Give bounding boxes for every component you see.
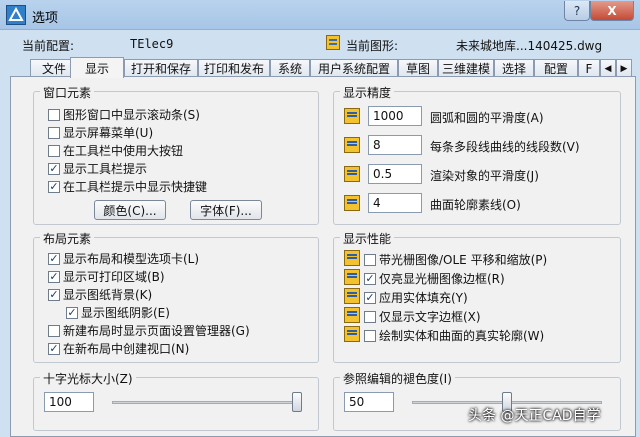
xref-fade-input[interactable]: 50 xyxy=(344,392,394,412)
window-title: 选项 xyxy=(32,11,59,26)
fonts-button[interactable]: 字体(F)... xyxy=(190,200,262,220)
current-drawing-value: 未来城地库...140425.dwg xyxy=(456,39,603,53)
current-config-label: 当前配置: xyxy=(22,39,75,53)
checkbox-box[interactable]: ✓ xyxy=(48,252,60,265)
tab-system[interactable]: 系统 xyxy=(270,59,310,77)
checkbox-box[interactable]: ✓ xyxy=(48,162,60,175)
checkbox-box[interactable]: ✓ xyxy=(48,288,60,301)
checkbox-raster-pan-zoom[interactable]: 带光栅图像/OLE 平移和缩放(P) xyxy=(364,251,547,268)
checkbox-layout-model-tabs[interactable]: ✓ 显示布局和模型选项卡(L) xyxy=(48,250,199,267)
tab-plot-publish[interactable]: 打印和发布 xyxy=(198,59,270,77)
checkbox-paper-background[interactable]: ✓ 显示图纸背景(K) xyxy=(48,286,152,303)
display-performance-group: 显示性能 带光栅图像/OLE 平移和缩放(P) ✓ 仅亮显光栅图像边框(R) ✓ 应… xyxy=(333,230,621,363)
tab-scroll-left-icon[interactable]: ◀ xyxy=(600,59,616,77)
crosshair-size-title: 十字光标大小(Z) xyxy=(40,370,136,387)
drawing-setting-icon xyxy=(344,166,360,182)
checkbox-paper-shadow[interactable]: ✓ 显示图纸阴影(E) xyxy=(66,304,170,321)
help-button[interactable]: ? xyxy=(564,1,590,21)
drawing-setting-icon xyxy=(344,108,360,124)
crosshair-size-input[interactable]: 100 xyxy=(44,392,94,412)
display-performance-title: 显示性能 xyxy=(340,230,395,247)
checkbox-raster-frame[interactable]: ✓ 仅亮显光栅图像边框(R) xyxy=(364,270,505,287)
checkbox-scrollbars[interactable]: 图形窗口中显示滚动条(S) xyxy=(48,106,200,123)
tab-open-save[interactable]: 打开和保存 xyxy=(124,59,198,77)
checkbox-box[interactable] xyxy=(364,329,376,342)
display-resolution-group: 显示精度 1000 圆弧和圆的平滑度(A) 8 每条多段线曲线的线段数(V) 0… xyxy=(333,84,621,225)
checkbox-box[interactable]: ✓ xyxy=(66,306,78,319)
drawing-setting-icon xyxy=(344,288,360,304)
config-row: 当前配置: TElec9 当前图形: 未来城地库...140425.dwg xyxy=(0,34,640,54)
checkbox-create-viewport[interactable]: ✓ 在新布局中创建视口(N) xyxy=(48,340,189,357)
checkbox-tooltips[interactable]: ✓ 显示工具栏提示 xyxy=(48,160,147,177)
checkbox-true-silhouettes[interactable]: 绘制实体和曲面的真实轮廓(W) xyxy=(364,327,544,344)
checkbox-page-setup-manager[interactable]: 新建布局时显示页面设置管理器(G) xyxy=(48,322,250,339)
checkbox-box[interactable]: ✓ xyxy=(48,270,60,283)
checkbox-large-buttons[interactable]: 在工具栏中使用大按钮 xyxy=(48,142,183,159)
drawing-setting-icon xyxy=(344,137,360,153)
polyline-segments-input[interactable]: 8 xyxy=(368,135,422,155)
current-drawing-label: 当前图形: xyxy=(346,39,399,53)
tab-more[interactable]: F xyxy=(578,59,600,77)
tab-drafting[interactable]: 草图 xyxy=(398,59,438,77)
layout-elements-title: 布局元素 xyxy=(40,230,95,247)
display-resolution-title: 显示精度 xyxy=(340,84,395,101)
layout-elements-group: 布局元素 ✓ 显示布局和模型选项卡(L) ✓ 显示可打印区域(B) ✓ 显示图纸背景(… xyxy=(33,230,319,363)
checkbox-box[interactable] xyxy=(48,324,60,337)
checkbox-box[interactable] xyxy=(364,310,376,323)
checkbox-box[interactable] xyxy=(48,126,60,139)
window-elements-title: 窗口元素 xyxy=(40,84,95,101)
arc-smoothness-input[interactable]: 1000 xyxy=(368,106,422,126)
app-icon xyxy=(6,5,26,25)
current-config-value: TElec9 xyxy=(130,37,174,51)
crosshair-size-group: 十字光标大小(Z) 100 xyxy=(33,370,319,431)
colors-button[interactable]: 颜色(C)... xyxy=(94,200,166,220)
crosshair-slider-thumb[interactable] xyxy=(292,392,302,412)
tab-user-preferences[interactable]: 用户系统配置 xyxy=(310,59,398,77)
title-bar: 选项 ? X xyxy=(0,0,640,30)
polyline-segments-label: 每条多段线曲线的线段数(V) xyxy=(430,140,580,154)
close-button[interactable]: X xyxy=(590,1,634,21)
watermark: 头条 @天正CAD自学 xyxy=(468,408,601,424)
checkbox-box[interactable] xyxy=(48,108,60,121)
checkbox-box[interactable]: ✓ xyxy=(364,291,376,304)
checkbox-screen-menu[interactable]: 显示屏幕菜单(U) xyxy=(48,124,153,141)
arc-smoothness-label: 圆弧和圆的平滑度(A) xyxy=(430,111,544,125)
contour-lines-label: 曲面轮廓素线(O) xyxy=(430,198,521,212)
xref-fade-title: 参照编辑的褪色度(I) xyxy=(340,370,455,387)
tab-profiles[interactable]: 配置 xyxy=(534,59,578,77)
display-panel: 窗口元素 图形窗口中显示滚动条(S) 显示屏幕菜单(U) 在工具栏中使用大按钮 … xyxy=(10,76,636,437)
render-smoothness-label: 渲染对象的平滑度(J) xyxy=(430,169,539,183)
checkbox-shortcut-keys[interactable]: ✓ 在工具栏提示中显示快捷键 xyxy=(48,178,207,195)
render-smoothness-input[interactable]: 0.5 xyxy=(368,164,422,184)
tab-display[interactable]: 显示 xyxy=(70,57,124,78)
tab-3d-modeling[interactable]: 三维建模 xyxy=(438,59,494,77)
tab-strip: 文件 显示 打开和保存 打印和发布 系统 用户系统配置 草图 三维建模 选择 配… xyxy=(10,57,636,78)
checkbox-printable-area[interactable]: ✓ 显示可打印区域(B) xyxy=(48,268,165,285)
contour-lines-input[interactable]: 4 xyxy=(368,193,422,213)
checkbox-text-frame[interactable]: 仅显示文字边框(X) xyxy=(364,308,481,325)
drawing-setting-icon xyxy=(344,195,360,211)
checkbox-box[interactable]: ✓ xyxy=(48,342,60,355)
tab-scroll-right-icon[interactable]: ▶ xyxy=(616,59,632,77)
drawing-setting-icon xyxy=(344,326,360,342)
drawing-setting-icon xyxy=(344,269,360,285)
checkbox-box[interactable] xyxy=(48,144,60,157)
crosshair-size-slider[interactable] xyxy=(112,401,302,404)
checkbox-box[interactable]: ✓ xyxy=(364,272,376,285)
checkbox-box[interactable]: ✓ xyxy=(48,180,60,193)
drawing-file-icon xyxy=(326,35,340,50)
checkbox-box[interactable] xyxy=(364,253,376,266)
tab-selection[interactable]: 选择 xyxy=(494,59,534,77)
drawing-setting-icon xyxy=(344,250,360,266)
window-elements-group: 窗口元素 图形窗口中显示滚动条(S) 显示屏幕菜单(U) 在工具栏中使用大按钮 … xyxy=(33,84,319,225)
checkbox-solid-fill[interactable]: ✓ 应用实体填充(Y) xyxy=(364,289,468,306)
drawing-setting-icon xyxy=(344,307,360,323)
